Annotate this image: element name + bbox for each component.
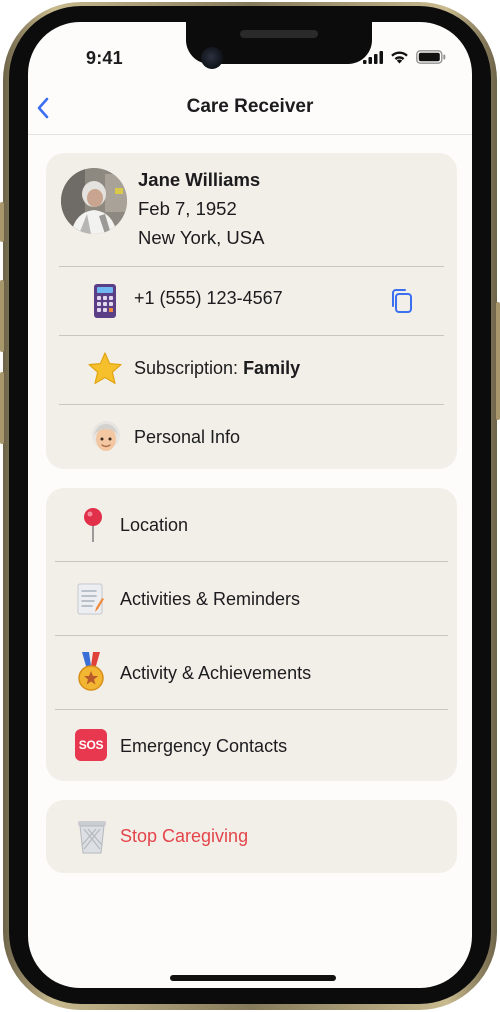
profile-card: Jane Williams Feb 7, 1952 New York, USA … [46, 153, 457, 469]
phone-number: +1 (555) 123-4567 [134, 288, 283, 308]
front-camera [201, 47, 223, 69]
subscription-text: Subscription: Family [134, 358, 300, 379]
wastebasket-icon [78, 821, 106, 854]
profile-name: Jane Williams [138, 169, 261, 190]
emergency-contacts-label: Emergency Contacts [120, 736, 288, 756]
sos-icon: SOS [75, 729, 107, 761]
menu-item-activity-achievements[interactable]: Activity & Achievements [46, 636, 457, 709]
menu-item-activities-reminders[interactable]: Activities & Reminders [46, 562, 457, 635]
menu-item-emergency-contacts[interactable]: SOS Emergency Contacts [46, 710, 457, 781]
menu-card: Location Activities & Reminders Activity… [46, 488, 457, 781]
avatar [61, 168, 127, 234]
power-button [496, 302, 500, 420]
stop-caregiving-label: Stop Caregiving [120, 826, 249, 846]
phone-row[interactable]: +1 (555) 123-4567 [46, 267, 457, 335]
navigation-bar: Care Receiver [28, 86, 472, 135]
notepad-icon [77, 583, 104, 615]
map-pin-icon [84, 508, 102, 542]
profile-birthdate: Feb 7, 1952 [138, 198, 237, 219]
activity-achievements-label: Activity & Achievements [120, 663, 312, 683]
personal-info-label: Personal Info [134, 427, 241, 447]
menu-item-location[interactable]: Location [46, 488, 457, 561]
app-screen: 9:41 Care Receiver Jane Williams Feb 7, … [28, 22, 472, 988]
home-indicator[interactable] [170, 975, 336, 981]
status-icons [363, 50, 446, 64]
status-time: 9:41 [86, 48, 123, 68]
older-person-icon [92, 421, 120, 451]
wifi-icon [391, 51, 408, 64]
profile-location: New York, USA [138, 227, 265, 248]
activities-reminders-label: Activities & Reminders [120, 589, 301, 609]
subscription-row[interactable]: Subscription: Family [46, 336, 457, 404]
phone-keypad-icon [94, 284, 116, 318]
stop-caregiving-button[interactable]: Stop Caregiving [46, 800, 457, 873]
personal-info-row[interactable]: Personal Info [46, 405, 457, 469]
battery-icon [416, 50, 446, 64]
medal-icon [78, 652, 104, 691]
volume-up-button [0, 280, 4, 352]
mute-switch [0, 202, 4, 242]
stop-caregiving-card: Stop Caregiving [46, 800, 457, 873]
subscription-label: Subscription: [134, 358, 244, 378]
copy-icon[interactable] [389, 287, 415, 315]
sos-badge-text: SOS [78, 738, 104, 752]
location-label: Location [120, 515, 189, 535]
page-title: Care Receiver [186, 96, 314, 117]
speaker-grille [240, 30, 318, 38]
subscription-plan: Family [243, 358, 301, 378]
volume-down-button [0, 372, 4, 444]
star-icon [88, 352, 122, 384]
